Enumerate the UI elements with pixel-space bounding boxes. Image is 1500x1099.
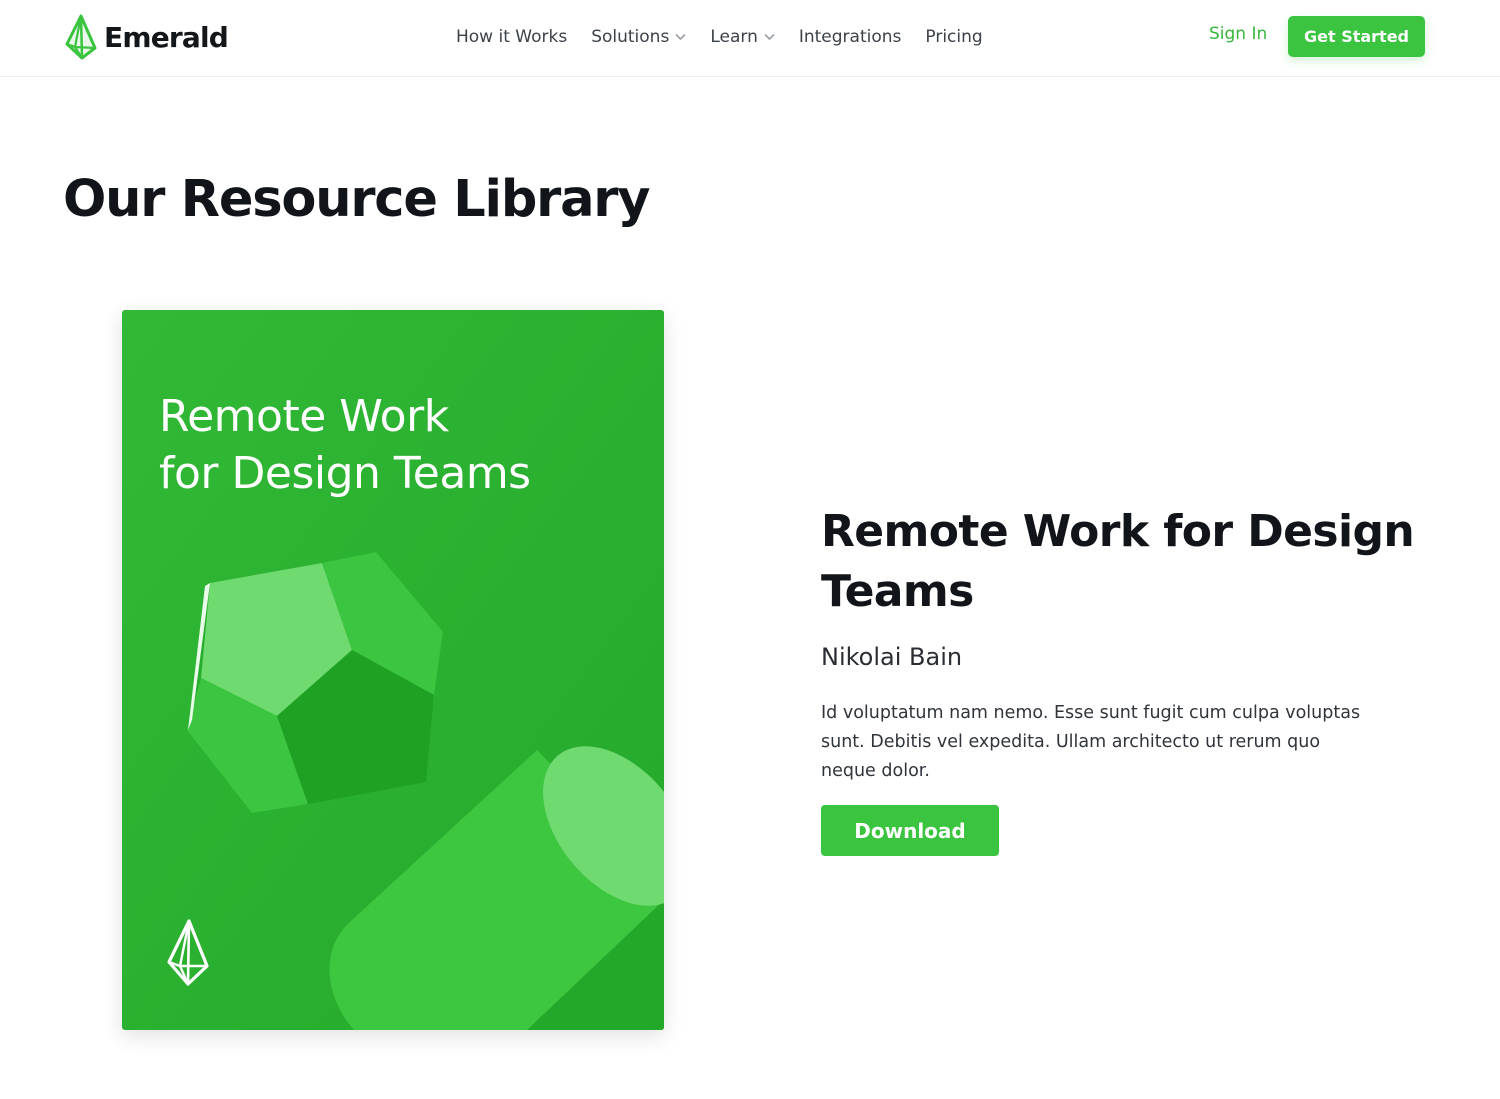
nav-link-label: Solutions — [591, 27, 670, 47]
cover-title-line: for Design Teams — [159, 448, 531, 499]
download-button[interactable]: Download — [821, 805, 999, 856]
dodecahedron-shape — [187, 552, 443, 813]
page-title: Our Resource Library — [63, 170, 651, 229]
main-menu: How it Works Solutions Learn Integration… — [456, 24, 983, 50]
chevron-down-icon — [764, 34, 775, 40]
emerald-gem-icon — [167, 919, 209, 986]
resource-title: Remote Work for Design Teams — [821, 506, 1415, 617]
sign-in-link[interactable]: Sign In — [1209, 24, 1267, 44]
nav-link-label: Learn — [710, 27, 758, 47]
emerald-gem-icon — [65, 14, 97, 60]
get-started-button[interactable]: Get Started — [1288, 16, 1425, 57]
nav-link-label: Pricing — [925, 27, 983, 47]
nav-link-pricing[interactable]: Pricing — [925, 27, 982, 47]
chevron-down-icon — [676, 34, 686, 40]
cover-title-line: Remote Work — [159, 391, 449, 442]
nav-link-how-it-works[interactable]: How it Works — [456, 27, 567, 47]
nav-link-solutions[interactable]: Solutions — [591, 27, 686, 47]
cover-title: Remote Work for Design Teams — [159, 388, 629, 502]
nav-link-label: Integrations — [798, 27, 902, 47]
nav-link-learn[interactable]: Learn — [710, 27, 775, 47]
nav-link-integrations[interactable]: Integrations — [799, 27, 902, 47]
resource-cover[interactable]: Remote Work for Design Teams — [122, 310, 664, 1030]
resource-description: Id voluptatum nam nemo. Esse sunt fugit … — [821, 703, 1361, 781]
brand-name: Emerald — [104, 20, 229, 54]
resource-author: Nikolai Bain — [821, 643, 963, 671]
top-nav: Emerald How it Works Solutions Learn Int… — [0, 0, 1500, 77]
nav-link-label: How it Works — [456, 27, 568, 47]
brand-logo-link[interactable]: Emerald — [64, 14, 229, 60]
